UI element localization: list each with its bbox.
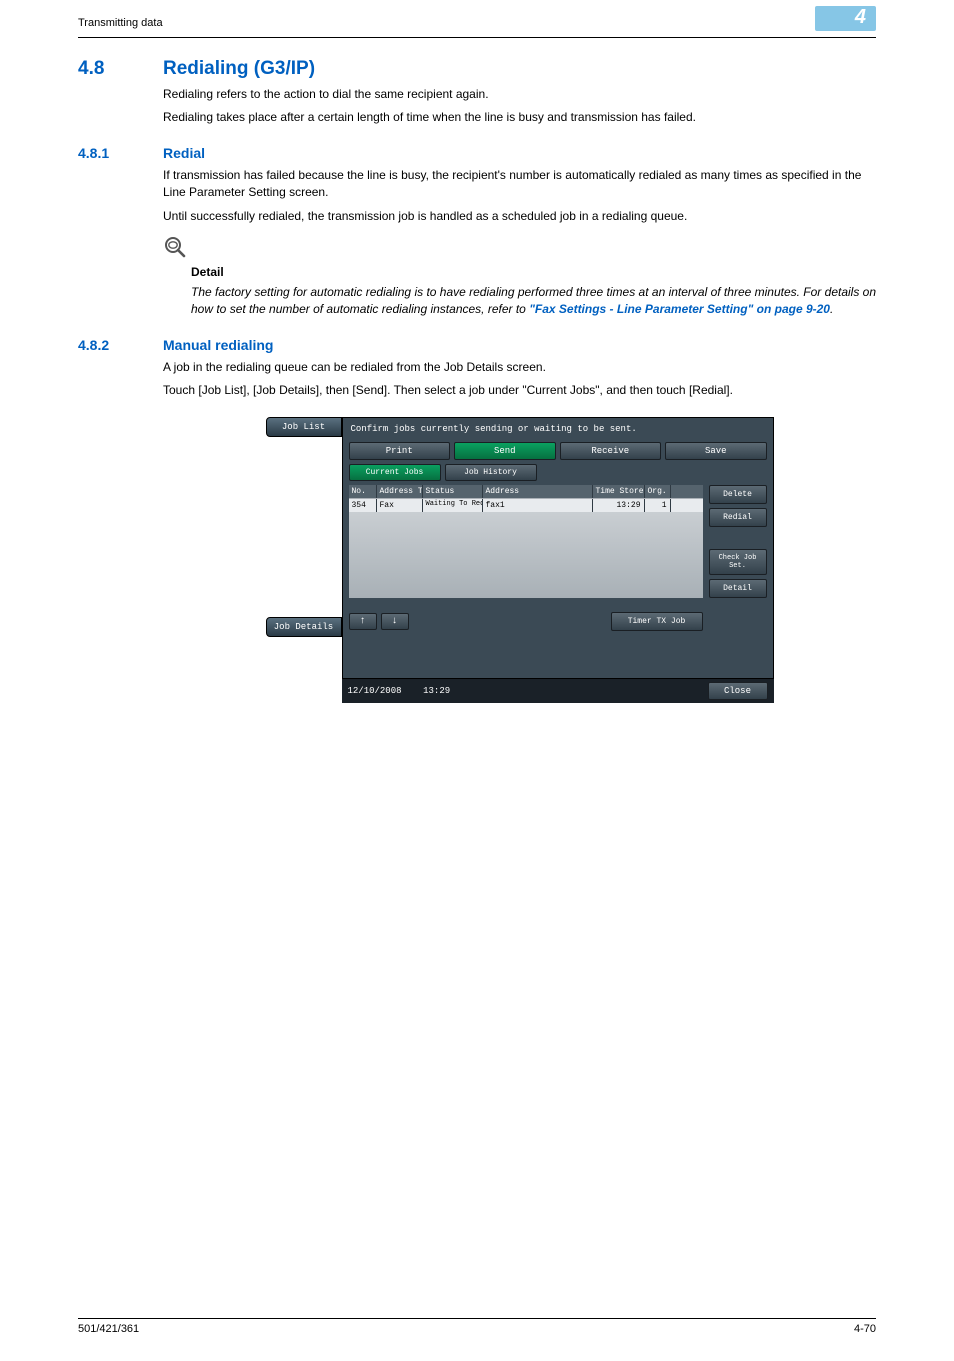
detail-text-post: . [830, 302, 833, 316]
heading-4-8-1-title: Redial [163, 145, 205, 161]
chapter-number-badge: 4 [815, 6, 876, 31]
footer-page-number: 4-70 [854, 1323, 876, 1335]
device-screenshot: Job List Job Details Confirm jobs curren… [266, 417, 774, 703]
col-header-status: Status [423, 485, 483, 498]
device-job-table: No. Address Type Status Address Time Sto… [349, 485, 703, 598]
col-header-time: Time Stored [593, 485, 645, 498]
device-btn-timer-tx-job[interactable]: Timer TX Job [611, 612, 703, 631]
col-header-type: Address Type [377, 485, 423, 498]
cell-type: Fax [377, 499, 423, 512]
device-tab-print[interactable]: Print [349, 442, 451, 460]
device-footer-time: 13:29 [423, 686, 450, 696]
sec48-p1: Redialing refers to the action to dial t… [163, 86, 876, 103]
footer-model: 501/421/361 [78, 1323, 139, 1335]
heading-4-8-1-num: 4.8.1 [78, 145, 163, 161]
device-tab-job-details[interactable]: Job Details [266, 617, 342, 637]
device-tab-receive[interactable]: Receive [560, 442, 662, 460]
sec482-p1: A job in the redialing queue can be redi… [163, 359, 876, 376]
cell-status: Waiting To Redial [423, 499, 483, 512]
col-header-address: Address [483, 485, 593, 498]
detail-crossref-link[interactable]: "Fax Settings - Line Parameter Setting" … [529, 302, 830, 316]
device-arrow-down[interactable]: ↓ [381, 613, 409, 630]
device-btn-check-job-set[interactable]: Check Job Set. [709, 549, 767, 575]
cell-address: fax1 [483, 499, 593, 512]
cell-time: 13:29 [593, 499, 645, 512]
magnifier-icon [163, 235, 876, 264]
device-tab-job-list[interactable]: Job List [266, 417, 342, 437]
detail-text: The factory setting for automatic redial… [191, 284, 876, 319]
device-subtab-current-jobs[interactable]: Current Jobs [349, 464, 441, 481]
heading-4-8-2-title: Manual redialing [163, 337, 273, 353]
sec481-p1: If transmission has failed because the l… [163, 167, 876, 202]
device-btn-delete[interactable]: Delete [709, 485, 767, 504]
heading-4-8-num: 4.8 [78, 58, 163, 80]
device-tab-save[interactable]: Save [665, 442, 767, 460]
heading-4-8-2-num: 4.8.2 [78, 337, 163, 353]
col-header-no: No. [349, 485, 377, 498]
device-btn-close[interactable]: Close [708, 682, 768, 700]
header-section-path: Transmitting data [78, 17, 163, 29]
cell-org: 1 [645, 499, 671, 512]
sec482-p2: Touch [Job List], [Job Details], then [S… [163, 382, 876, 399]
device-arrow-up[interactable]: ↑ [349, 613, 377, 630]
device-btn-redial[interactable]: Redial [709, 508, 767, 527]
sec48-p2: Redialing takes place after a certain le… [163, 109, 876, 126]
device-btn-detail[interactable]: Detail [709, 579, 767, 598]
device-footer-date: 12/10/2008 [348, 686, 402, 696]
device-tab-send[interactable]: Send [454, 442, 556, 460]
sec481-p2: Until successfully redialed, the transmi… [163, 208, 876, 225]
device-instruction: Confirm jobs currently sending or waitin… [349, 422, 767, 442]
device-job-row[interactable]: 354 Fax Waiting To Redial fax1 13:29 1 [349, 498, 703, 512]
cell-no: 354 [349, 499, 377, 512]
col-header-org: Org. [645, 485, 671, 498]
detail-heading: Detail [191, 264, 876, 281]
device-table-empty-area [349, 512, 703, 598]
heading-4-8-title: Redialing (G3/IP) [163, 58, 315, 80]
device-subtab-job-history[interactable]: Job History [445, 464, 537, 481]
